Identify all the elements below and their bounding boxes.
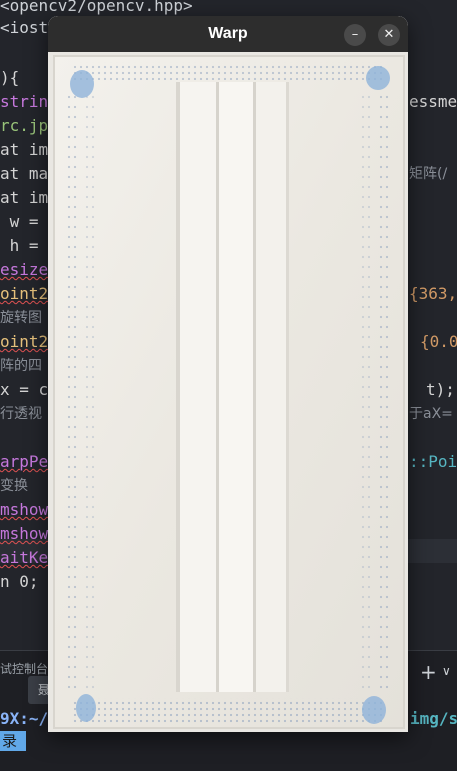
code-fragment: {0.0 <box>420 332 457 351</box>
minimize-button[interactable]: – <box>344 24 366 46</box>
code-line: aitKe <box>0 548 49 567</box>
warp-window[interactable]: Warp – ✕ <box>48 16 408 732</box>
code-line: 阵的四 <box>0 358 42 374</box>
code-line: ){ <box>0 68 20 87</box>
code-line: mshow <box>0 524 49 543</box>
code-line: oint2 <box>0 284 49 303</box>
code-line: mshow <box>0 500 49 519</box>
code-line: esize <box>0 260 49 279</box>
close-button[interactable]: ✕ <box>378 24 400 46</box>
terminal-prompt-right: img/s <box>410 709 457 728</box>
code-line: at im <box>0 188 49 207</box>
code-line: <iost <box>0 18 49 37</box>
code-line: 行透视 <box>0 406 42 422</box>
code-line: n 0; <box>0 572 39 591</box>
code-fragment: 于aX= <box>409 406 453 422</box>
code-fragment: t); <box>426 380 455 399</box>
code-line: x = c <box>0 380 49 399</box>
code-fragment: ::Poi <box>409 452 457 471</box>
code-line: w = <box>0 212 49 231</box>
debug-console-tab[interactable]: 试控制台 <box>0 660 48 677</box>
code-line: at ma <box>0 164 49 183</box>
code-line: 旋转图 <box>0 310 42 326</box>
warped-image-canvas <box>48 52 408 732</box>
window-titlebar[interactable]: Warp – ✕ <box>48 16 408 52</box>
code-line: h = <box>0 236 49 255</box>
code-line: arpPe <box>0 452 49 471</box>
code-line: rc.jp <box>0 116 49 135</box>
terminal-prompt-left: 9X:~/ <box>0 709 49 728</box>
code-line: strin <box>0 92 49 111</box>
code-line: at im <box>0 140 49 159</box>
face-mask-image <box>48 52 408 732</box>
code-fragment: {363, <box>409 284 457 303</box>
terminal-selection: 录 <box>0 731 26 751</box>
new-terminal-button[interactable]: + <box>420 660 437 684</box>
code-line: oint2 <box>0 332 49 351</box>
code-fragment: essme <box>409 92 457 111</box>
code-fragment: 矩阵(/ <box>409 166 448 182</box>
chevron-down-icon[interactable]: ∨ <box>442 664 451 678</box>
code-line: 变换 <box>0 478 28 494</box>
